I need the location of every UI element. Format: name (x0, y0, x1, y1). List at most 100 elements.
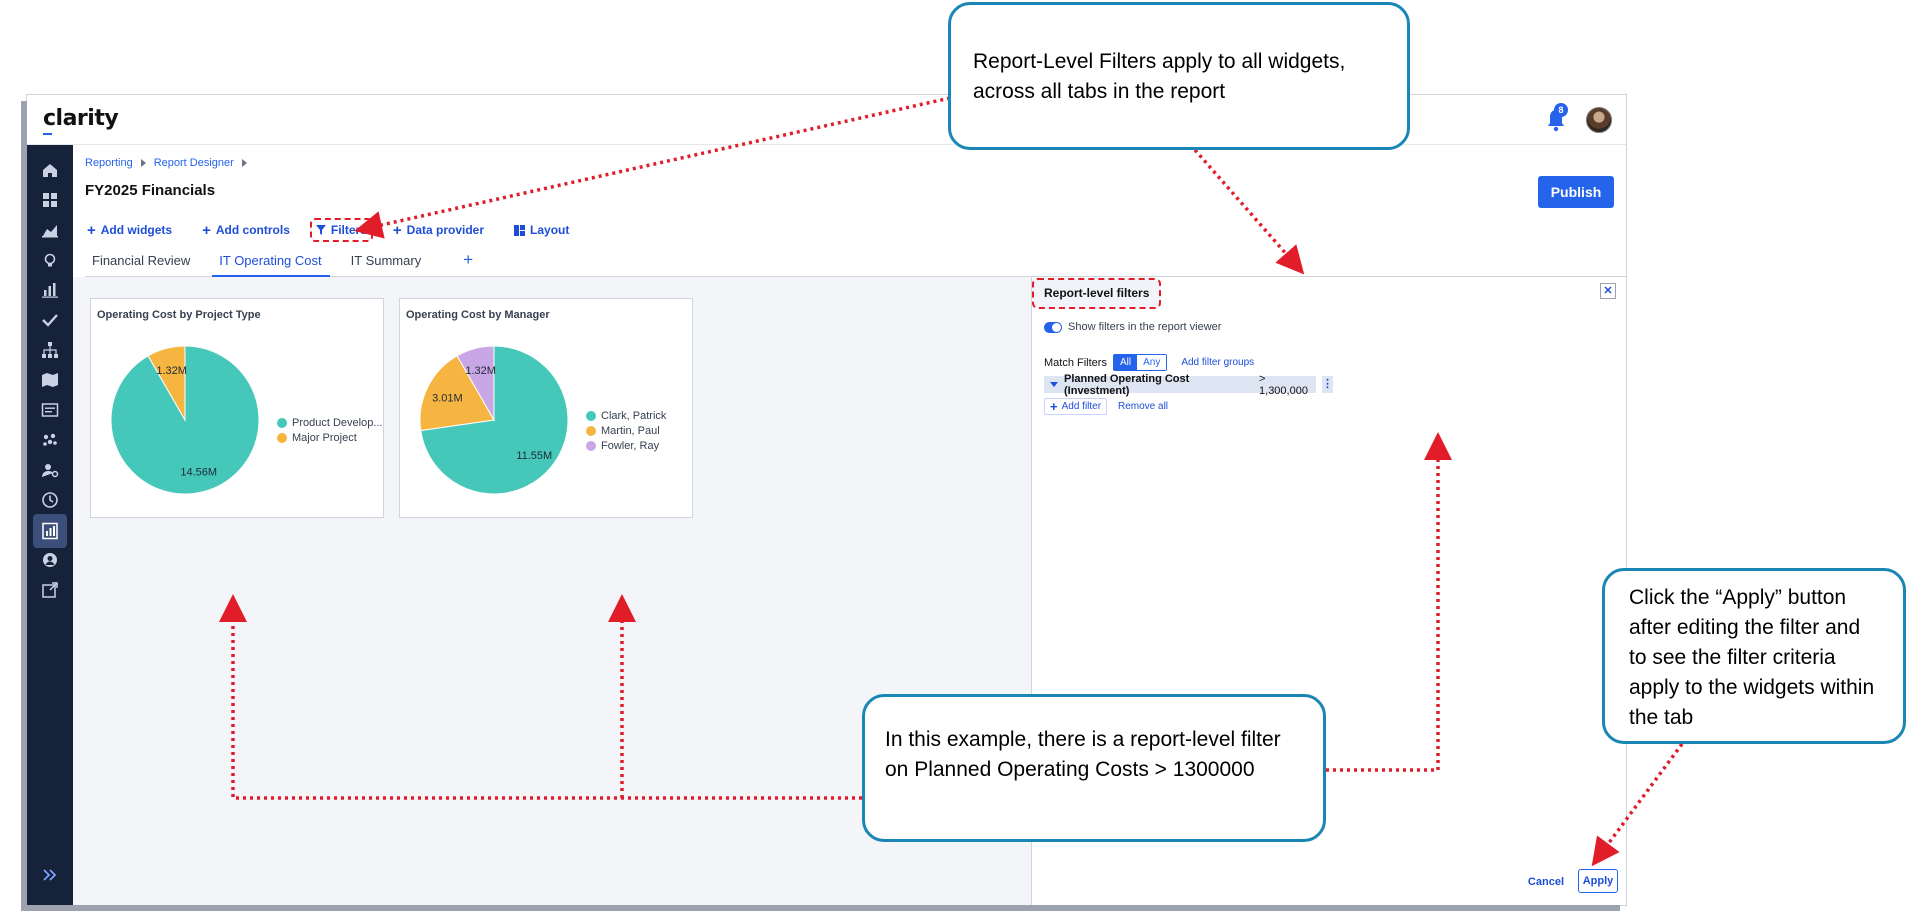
chevron-right-icon (241, 159, 247, 167)
external-link-icon[interactable] (38, 578, 62, 602)
clarity-logo[interactable]: clarity (43, 106, 119, 131)
form-icon[interactable] (38, 398, 62, 422)
pie-data-label: 1.32M (465, 365, 496, 377)
legend-swatch (586, 440, 596, 451)
bar-chart-icon[interactable] (38, 278, 62, 302)
avatar[interactable] (1586, 107, 1612, 133)
legend-label: Product Develop... (292, 416, 383, 429)
pie-chart-project-type: 14.56M 1.32M (110, 345, 260, 495)
annotated-screenshot: clarity 8 Reporting Report Designer FY20… (0, 0, 1908, 923)
add-controls-button[interactable]: + Add controls (200, 218, 292, 242)
breadcrumb-reporting[interactable]: Reporting (85, 157, 133, 169)
map-icon[interactable] (38, 368, 62, 392)
pie-data-label: 1.32M (156, 365, 187, 377)
legend-swatch (586, 425, 596, 436)
legend-label: Clark, Patrick (601, 409, 667, 422)
legend-swatch (277, 432, 287, 443)
legend-item[interactable]: Product Develop... (277, 415, 383, 430)
toggle-label: Show filters in the report viewer (1068, 321, 1222, 333)
add-filter-groups-link[interactable]: Add filter groups (1181, 357, 1254, 368)
match-any-button[interactable]: Any (1137, 355, 1167, 370)
legend-label: Fowler, Ray (601, 439, 660, 452)
pie-data-label: 3.01M (432, 392, 463, 404)
publish-button[interactable]: Publish (1538, 176, 1614, 208)
panel-title: Report-level filters (1032, 278, 1162, 309)
legend-item[interactable]: Martin, Paul (586, 423, 666, 438)
kebab-menu-icon[interactable]: ⋮ (1322, 376, 1333, 393)
lightbulb-icon[interactable] (38, 248, 62, 272)
notification-badge: 8 (1554, 103, 1568, 117)
filter-icon (315, 225, 326, 235)
widget-project-type[interactable]: Operating Cost by Project Type 14.56M 1.3… (90, 298, 384, 518)
app-window: clarity 8 Reporting Report Designer FY20… (27, 95, 1626, 905)
breadcrumb-report-designer[interactable]: Report Designer (154, 157, 234, 169)
pie-data-label: 14.56M (180, 466, 217, 478)
report-tabs: Financial Review IT Operating Cost IT Su… (85, 247, 1626, 277)
data-provider-button[interactable]: + Data provider (391, 218, 486, 242)
cancel-button[interactable]: Cancel (1528, 876, 1564, 888)
legend-item[interactable]: Clark, Patrick (586, 408, 666, 423)
legend-label: Major Project (292, 431, 357, 444)
match-filters-label: Match Filters (1044, 356, 1107, 369)
page-title: FY2025 Financials (85, 182, 216, 199)
pie-data-label: 11.55M (516, 450, 552, 462)
add-tab-button[interactable]: + (443, 247, 479, 276)
layout-button[interactable]: Layout (512, 218, 571, 242)
plus-icon: + (87, 221, 96, 239)
widget-manager[interactable]: Operating Cost by Manager 11.55M 3.01M 1.3… (399, 298, 693, 518)
filter-field: Planned Operating Cost (Investment) (1064, 372, 1190, 397)
add-filter-button[interactable]: + Add filter (1044, 398, 1108, 415)
add-filter-label: Add filter (1061, 401, 1102, 412)
tab-financial-review[interactable]: Financial Review (85, 247, 198, 277)
tab-it-operating-cost[interactable]: IT Operating Cost (212, 247, 330, 277)
sidebar (27, 145, 73, 905)
filters-button[interactable]: Filters (309, 218, 373, 242)
layout-label: Layout (530, 223, 570, 237)
team-icon[interactable] (38, 428, 62, 452)
pie-chart-manager: 11.55M 3.01M 1.32M (419, 345, 569, 495)
match-segmented-control: All Any (1112, 354, 1168, 371)
breadcrumb: Reporting Report Designer (85, 157, 247, 169)
widget-title: Operating Cost by Project Type (97, 309, 261, 321)
plus-icon: + (1050, 399, 1058, 414)
remove-all-link[interactable]: Remove all (1118, 401, 1168, 412)
dashboard-icon[interactable] (38, 188, 62, 212)
tab-it-summary[interactable]: IT Summary (344, 247, 430, 277)
callout-apply-button: Click the “Apply” button after editing t… (1602, 568, 1906, 744)
close-icon[interactable]: ✕ (1600, 283, 1616, 299)
checkmark-icon[interactable] (38, 308, 62, 332)
support-icon[interactable] (38, 548, 62, 572)
match-all-button[interactable]: All (1113, 355, 1138, 370)
home-icon[interactable] (38, 158, 62, 182)
clock-icon[interactable] (38, 488, 62, 512)
filters-label: Filters (330, 223, 367, 237)
area-chart-icon[interactable] (38, 218, 62, 242)
apply-button[interactable]: Apply (1578, 869, 1618, 893)
filter-chip[interactable]: Planned Operating Cost (Investment) > 1,… (1044, 373, 1316, 397)
plus-icon: + (392, 221, 402, 239)
callout-report-level-filters: Report-Level Filters apply to all widget… (948, 2, 1410, 150)
layout-icon (514, 224, 526, 236)
hierarchy-icon[interactable] (38, 338, 62, 362)
add-controls-label: Add controls (215, 223, 290, 237)
chevron-right-icon (140, 159, 146, 167)
caret-down-icon (1050, 382, 1058, 387)
plus-icon: + (202, 221, 211, 239)
legend-label: Martin, Paul (601, 424, 660, 437)
logo-accent (43, 133, 52, 135)
legend-item[interactable]: Fowler, Ray (586, 438, 666, 453)
widget-title: Operating Cost by Manager (406, 309, 550, 321)
show-filters-toggle[interactable] (1044, 322, 1062, 333)
add-widgets-label: Add widgets (100, 223, 173, 237)
filter-condition: > 1,300,000 (1259, 372, 1308, 397)
legend: Clark, Patrick Martin, Paul Fowler, Ray (586, 408, 666, 453)
double-chevron-right-icon[interactable] (38, 863, 62, 887)
report-icon[interactable] (33, 514, 67, 548)
add-widgets-button[interactable]: + Add widgets (85, 218, 174, 242)
data-provider-label: Data provider (406, 223, 485, 237)
legend-item[interactable]: Major Project (277, 430, 383, 445)
legend-swatch (277, 417, 287, 428)
legend: Product Develop... Major Project (277, 415, 383, 445)
designer-toolbar: + Add widgets + Add controls Filters + Data… (85, 218, 571, 242)
user-settings-icon[interactable] (38, 458, 62, 482)
